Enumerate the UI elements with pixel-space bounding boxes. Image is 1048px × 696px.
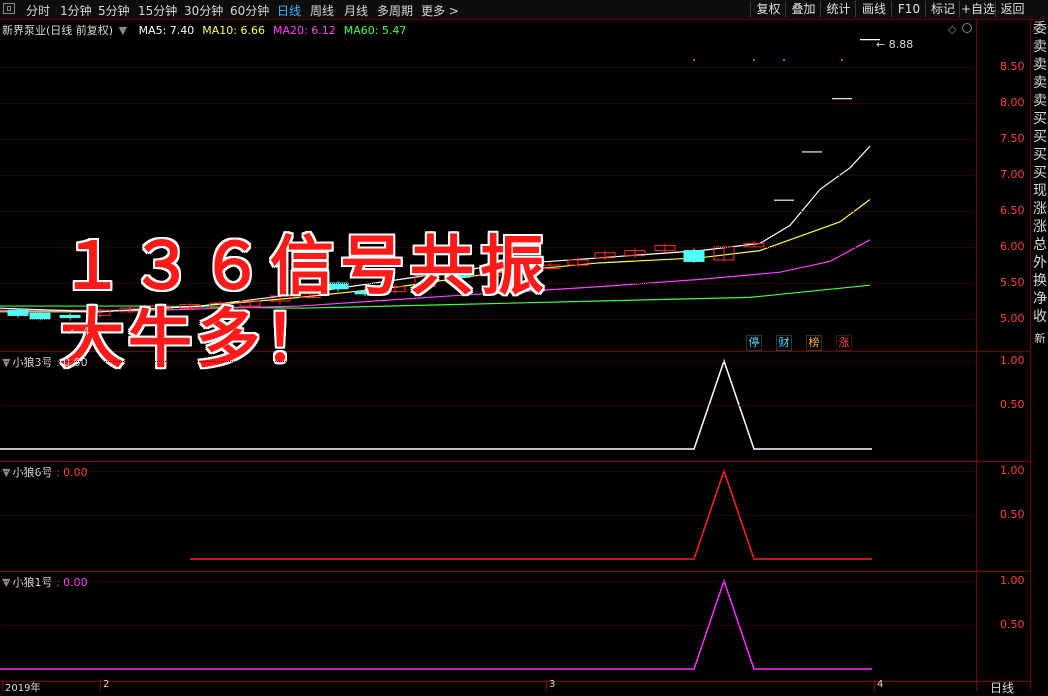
period-tab[interactable]: 日线: [277, 2, 301, 19]
signal-dot: [693, 59, 695, 61]
indicator-tick: 0.50: [1000, 398, 1025, 411]
price-tick: 8.00: [1000, 96, 1025, 109]
quote-field-label: 总: [1033, 237, 1047, 253]
time-label: 2019年: [2, 679, 40, 694]
grid-line: [0, 139, 976, 140]
period-tab[interactable]: 月线: [344, 2, 368, 19]
price-tick: 8.50: [1000, 60, 1025, 73]
grid-line: [0, 471, 976, 472]
toolbar-button[interactable]: 标记: [925, 1, 960, 17]
quote-field-label: 涨: [1033, 201, 1047, 217]
period-label: 日线: [990, 681, 1015, 695]
grid-line: [0, 625, 976, 626]
indicator-3-canvas: [0, 578, 872, 670]
period-toolbar: 分时 1分钟 5分钟 15分钟 30分钟 60分钟 日线 周线 月线 多周期 更多 > 复权 叠加 统计…: [0, 0, 1048, 20]
quote-side-panel[interactable]: 委卖卖卖卖买买买买现涨涨总外换净收新: [1030, 20, 1048, 691]
period-tab[interactable]: 60分钟: [230, 2, 269, 19]
price-tick: 7.50: [1000, 132, 1025, 145]
quote-field-label: 买: [1033, 129, 1047, 145]
signal-dot: [841, 59, 843, 61]
time-axis: 2019年 2 3 4: [0, 679, 1030, 694]
period-tab[interactable]: 分时: [26, 2, 50, 19]
period-tab[interactable]: 30分钟: [184, 2, 223, 19]
quote-field-label: 卖: [1033, 93, 1047, 109]
price-tick: 6.50: [1000, 204, 1025, 217]
indicator-tick: 0.50: [1000, 508, 1025, 521]
quote-field-label: 委: [1033, 21, 1047, 37]
signal-dot: [753, 59, 755, 61]
price-tick: 6.00: [1000, 240, 1025, 253]
info-badge[interactable]: 榜: [806, 335, 822, 351]
grid-line: [0, 515, 976, 516]
indicator-tick: 1.00: [1000, 574, 1025, 587]
indicator-tick: 1.00: [1000, 354, 1025, 367]
indicator-2-canvas: [190, 468, 872, 560]
quote-field-label: 现: [1033, 183, 1047, 199]
quote-field-label: 外: [1033, 255, 1047, 271]
grid-line: [0, 211, 976, 212]
grid-line: [0, 67, 976, 68]
indicator-1-canvas: [0, 358, 872, 450]
quote-field-label: 涨: [1033, 219, 1047, 235]
toolbar-button[interactable]: F10: [891, 1, 926, 17]
grid-line: [0, 405, 976, 406]
price-tick: 5.50: [1000, 276, 1025, 289]
quote-field-label: 收: [1033, 309, 1047, 325]
low-price-label: ← 4: [70, 325, 90, 338]
period-tab[interactable]: 多周期: [377, 2, 413, 19]
quote-field-label: 净: [1033, 291, 1047, 307]
candle-body: [683, 250, 705, 262]
quote-field-label: 买: [1033, 111, 1047, 127]
grid-line: [0, 361, 976, 362]
quote-field-label: 卖: [1033, 75, 1047, 91]
time-label: 4: [874, 679, 883, 691]
toolbar-button[interactable]: 画线: [855, 1, 892, 17]
quote-field-label: 换: [1033, 273, 1047, 289]
quote-field-label: 卖: [1033, 57, 1047, 73]
quote-field-label: 买: [1033, 165, 1047, 181]
grid-line: [0, 175, 976, 176]
quote-field-label: 新: [1034, 332, 1046, 345]
time-label: 2: [100, 679, 109, 691]
candle-body: [7, 309, 29, 316]
toolbar-button[interactable]: 返回: [995, 1, 1029, 17]
toolbar-button[interactable]: 统计: [820, 1, 856, 17]
toolbar-button[interactable]: +自选: [959, 1, 996, 17]
price-tick: 7.00: [1000, 168, 1025, 181]
quote-field-label: 买: [1033, 147, 1047, 163]
period-tab[interactable]: 更多 >: [421, 2, 459, 19]
period-tab[interactable]: 1分钟: [60, 2, 92, 19]
grid-line: [0, 103, 976, 104]
period-tab[interactable]: 15分钟: [138, 2, 177, 19]
window-menu-icon[interactable]: [3, 3, 15, 14]
signal-dot: [783, 59, 785, 61]
info-badge[interactable]: 停: [746, 335, 762, 351]
indicator-tick: 0.50: [1000, 618, 1025, 631]
period-tab[interactable]: 5分钟: [98, 2, 130, 19]
period-tab[interactable]: 周线: [310, 2, 334, 19]
high-price-label: ← 8.88: [876, 38, 914, 51]
toolbar-button[interactable]: 复权: [750, 1, 786, 17]
toolbar-button[interactable]: 叠加: [785, 1, 821, 17]
indicator-tick: 1.00: [1000, 464, 1025, 477]
info-badge[interactable]: 涨: [836, 335, 852, 351]
info-badge[interactable]: 财: [776, 335, 792, 351]
time-label: 3: [546, 679, 555, 691]
grid-line: [0, 581, 976, 582]
quote-field-label: 卖: [1033, 39, 1047, 55]
price-tick: 5.00: [1000, 312, 1025, 325]
